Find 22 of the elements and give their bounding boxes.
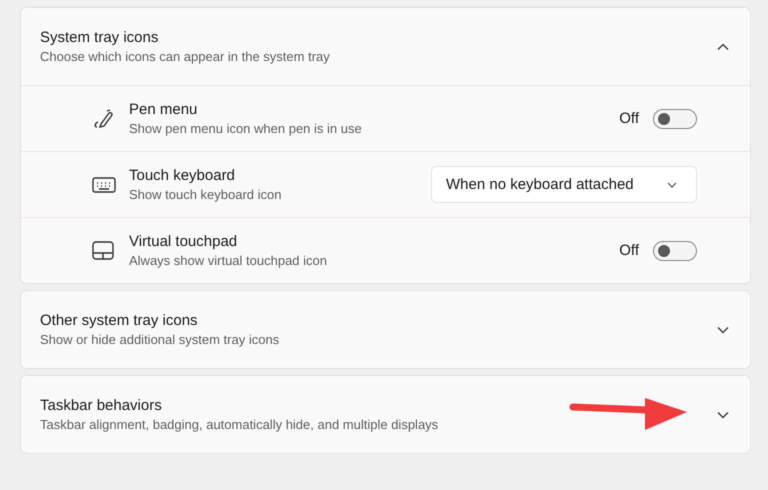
section-header[interactable]: Taskbar behaviors Taskbar alignment, badging, automatically hide, and multiple displays xyxy=(21,376,750,453)
section-description: Choose which icons can appear in the system tray xyxy=(40,49,331,64)
section-title: Taskbar behaviors xyxy=(40,397,163,414)
section-description: Show or hide additional system tray icons xyxy=(40,332,280,347)
setting-title: Touch keyboard xyxy=(129,167,236,184)
toggle-switch[interactable] xyxy=(653,240,697,260)
section-header[interactable]: Other system tray icons Show or hide additional system tray icons xyxy=(21,291,750,368)
section-title: Other system tray icons xyxy=(40,312,199,329)
setting-description: Show pen menu icon when pen is in use xyxy=(129,121,363,136)
keyboard-icon xyxy=(92,176,116,194)
setting-description: Always show virtual touchpad icon xyxy=(129,253,328,268)
toggle-state-label: Off xyxy=(619,242,639,259)
setting-description: Show touch keyboard icon xyxy=(129,187,282,202)
toggle-switch[interactable] xyxy=(653,108,697,128)
section-header[interactable]: System tray icons Choose which icons can appear in the system tray xyxy=(21,8,750,85)
setting-title: Pen menu xyxy=(129,101,198,118)
toggle-state-label: Off xyxy=(619,110,639,127)
touchpad-icon xyxy=(92,240,114,260)
section-description: Taskbar alignment, badging, automatically hide, and multiple displays xyxy=(40,417,440,432)
setting-title: Virtual touchpad xyxy=(129,233,238,250)
dropdown[interactable]: When no keyboard attached xyxy=(431,166,697,203)
section-title: System tray icons xyxy=(40,29,160,46)
